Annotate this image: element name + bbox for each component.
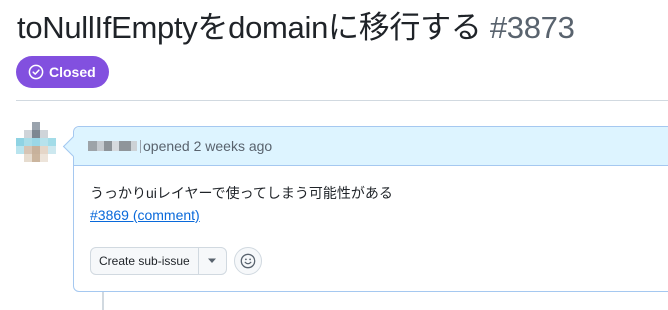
create-sub-issue-dropdown-button[interactable] — [199, 248, 226, 274]
add-reaction-button[interactable] — [233, 247, 262, 275]
create-sub-issue-group: Create sub-issue — [90, 247, 227, 275]
issue-number: #3873 — [489, 10, 575, 45]
author-separator — [140, 139, 141, 153]
issue-comment: opened 2 weeks ago うっかりuiレイヤーで使ってしまう可能性が… — [73, 126, 668, 292]
issue-page: toNullIfEmptyをdomainに移行する #3873 Closed o… — [0, 0, 668, 310]
comment-actions: Create sub-issue — [90, 247, 262, 275]
author-name[interactable] — [88, 141, 137, 151]
create-sub-issue-button[interactable]: Create sub-issue — [91, 248, 199, 274]
timeline-line — [102, 291, 104, 310]
avatar[interactable] — [16, 122, 56, 162]
smiley-icon — [240, 253, 256, 269]
triangle-down-icon — [208, 258, 217, 263]
closed-check-circle-icon — [28, 64, 44, 80]
comment-body-text: うっかりuiレイヤーで使ってしまう可能性がある — [90, 185, 393, 201]
issue-title-text: toNullIfEmptyをdomainに移行する — [17, 10, 482, 45]
comment-body: うっかりuiレイヤーで使ってしまう可能性がある #3869 (comment) — [74, 166, 668, 226]
status-badge-label: Closed — [49, 64, 96, 80]
header-divider — [16, 100, 668, 101]
issue-reference-link[interactable]: #3869 (comment) — [90, 207, 200, 223]
status-badge: Closed — [16, 56, 109, 88]
issue-title: toNullIfEmptyをdomainに移行する #3873 — [17, 8, 575, 48]
comment-header: opened 2 weeks ago — [74, 127, 668, 166]
comment-timestamp[interactable]: opened 2 weeks ago — [143, 138, 272, 154]
